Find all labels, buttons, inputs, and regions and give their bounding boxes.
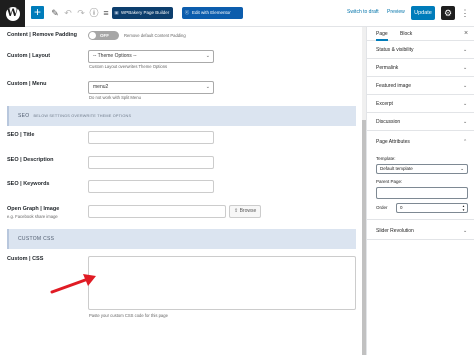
- tab-block[interactable]: Block: [400, 27, 412, 41]
- custom-css-textarea[interactable]: [88, 256, 356, 310]
- custom-menu-label: Custom | Menu: [7, 81, 47, 87]
- update-button[interactable]: Update: [411, 6, 435, 20]
- wpbakery-icon: ▣: [114, 10, 119, 15]
- custom-css-description: Paste your custom CSS code for this page: [89, 313, 168, 318]
- edit-with-elementor-button[interactable]: ⓔ Edit with Elementor: [182, 7, 243, 19]
- chevron-down-icon: ⌄: [463, 101, 468, 107]
- custom-layout-description: Custom Layout overwrites Theme Options: [89, 64, 168, 69]
- custom-menu-select[interactable]: menu2 ⌄: [88, 81, 214, 94]
- info-icon[interactable]: ⓘ: [89, 7, 99, 19]
- editor-toolbar: W + ✎ ↶ ↷ ⓘ ≡ ▣ WPBakery Page Builder ⓔ Ed…: [0, 0, 474, 27]
- custom-menu-description: Do not work with Split Menu: [89, 95, 141, 100]
- seo-title-label: SEO | Title: [7, 132, 35, 138]
- wordpress-logo-icon[interactable]: W: [0, 0, 25, 27]
- edit-icon[interactable]: ✎: [50, 7, 60, 19]
- elementor-icon: ⓔ: [184, 10, 190, 15]
- panel-slider-revolution[interactable]: Slider Revolution ⌄: [367, 223, 474, 240]
- chevron-down-icon: ⌄: [460, 166, 464, 171]
- panel-permalink[interactable]: Permalink ⌄: [367, 60, 474, 77]
- chevron-down-icon: ⌄: [205, 84, 210, 90]
- content-padding-description: Remove default Content Padding: [124, 33, 186, 38]
- open-graph-label: Open Graph | Image: [7, 206, 60, 212]
- panel-featured-image[interactable]: Featured image ⌄: [367, 78, 474, 95]
- chevron-down-icon: ⌄: [463, 47, 468, 53]
- chevron-down-icon: ⌄: [463, 228, 468, 234]
- panel-status-visibility[interactable]: Status & visibility ⌄: [367, 42, 474, 59]
- parent-page-input[interactable]: [376, 187, 468, 199]
- parent-page-label: Parent Page:: [376, 179, 403, 184]
- preview-button[interactable]: Preview: [387, 9, 405, 15]
- seo-title-input[interactable]: [88, 131, 214, 144]
- add-block-button[interactable]: +: [31, 6, 44, 19]
- custom-layout-label: Custom | Layout: [7, 53, 51, 59]
- chevron-up-icon: ⌃: [463, 139, 468, 145]
- settings-sidebar: Page Block × Status & visibility ⌄ Permal…: [366, 27, 474, 355]
- panel-page-attributes[interactable]: Page Attributes ⌃: [367, 134, 474, 151]
- wpbakery-page-builder-button[interactable]: ▣ WPBakery Page Builder: [112, 7, 173, 19]
- undo-icon[interactable]: ↶: [63, 7, 73, 19]
- content-padding-label: Content | Remove Padding: [7, 32, 77, 38]
- chevron-down-icon: ⌄: [205, 53, 210, 59]
- template-select[interactable]: Default template ⌄: [376, 164, 468, 174]
- remove-padding-toggle[interactable]: OFF: [88, 31, 119, 40]
- seo-keywords-input[interactable]: [88, 180, 214, 193]
- seo-description-label: SEO | Description: [7, 157, 54, 163]
- chevron-down-icon: ⌄: [463, 65, 468, 71]
- switch-to-draft-button[interactable]: Switch to draft: [347, 9, 379, 15]
- stepper-arrows-icon[interactable]: ▲ ▼: [462, 204, 465, 212]
- close-icon[interactable]: ×: [464, 27, 468, 41]
- seo-section-header: SEO BELOW SETTINGS OVERWRITE THEME OPTION…: [7, 106, 356, 126]
- upload-icon: ⇪: [234, 208, 239, 214]
- chevron-down-icon: ⌄: [463, 83, 468, 89]
- open-graph-description: e.g. Facebook share image: [7, 214, 58, 219]
- divider: [367, 219, 474, 220]
- chevron-down-icon: ⌄: [463, 119, 468, 125]
- order-input[interactable]: 0 ▲ ▼: [396, 203, 468, 213]
- more-options-icon[interactable]: ⋮: [460, 6, 470, 20]
- list-view-icon[interactable]: ≡: [101, 7, 111, 19]
- annotation-arrow-icon: [50, 274, 96, 294]
- sidebar-tabs: Page Block ×: [367, 27, 474, 41]
- toggle-knob: [89, 32, 96, 39]
- seo-description-input[interactable]: [88, 156, 214, 169]
- open-graph-image-input[interactable]: [88, 205, 226, 218]
- custom-css-label: Custom | CSS: [7, 256, 44, 262]
- panel-excerpt[interactable]: Excerpt ⌄: [367, 96, 474, 113]
- custom-layout-select[interactable]: -- Theme Options -- ⌄: [88, 50, 214, 63]
- seo-keywords-label: SEO | Keywords: [7, 181, 50, 187]
- settings-gear-icon[interactable]: ⚙: [441, 6, 455, 20]
- toggle-state: OFF: [100, 33, 109, 38]
- template-label: Template:: [376, 156, 396, 161]
- tab-page[interactable]: Page: [376, 27, 388, 41]
- order-label: Order: [376, 205, 388, 210]
- page-options-metabox: Content | Remove Padding OFF Remove defa…: [0, 27, 362, 355]
- custom-css-section-header: CUSTOM CSS: [7, 229, 356, 249]
- browse-button[interactable]: ⇪ Browse: [229, 205, 262, 218]
- redo-icon[interactable]: ↷: [76, 7, 86, 19]
- panel-discussion[interactable]: Discussion ⌄: [367, 114, 474, 131]
